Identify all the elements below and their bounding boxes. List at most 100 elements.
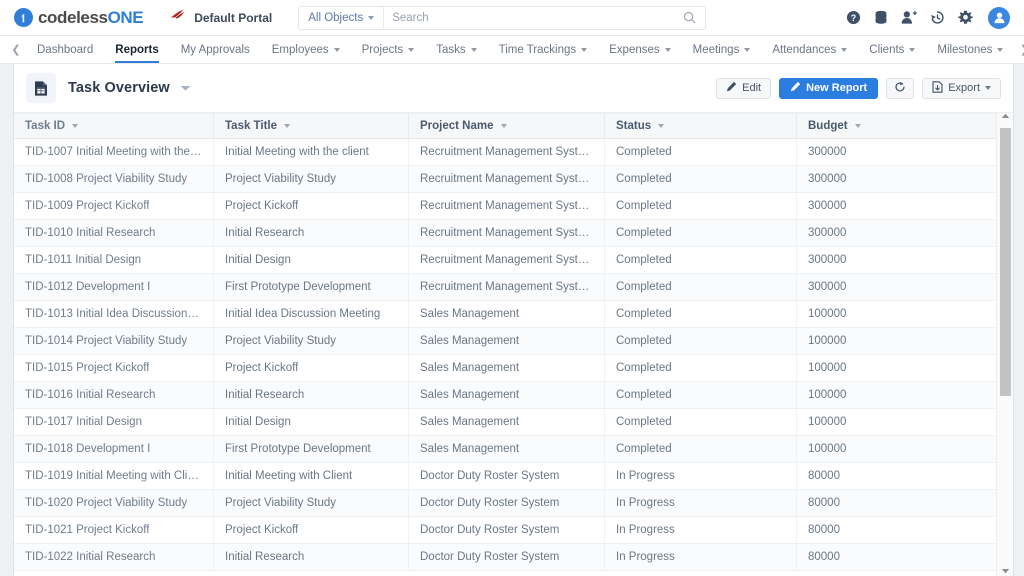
nav-item-attendances[interactable]: Attendances xyxy=(761,36,858,63)
nav-label: Milestones xyxy=(937,43,993,56)
table-row[interactable]: TID-1014 Project Viability Study Project … xyxy=(14,328,996,355)
table-row[interactable]: TID-1008 Project Viability Study Project … xyxy=(14,166,996,193)
cell-text: Recruitment Management System xyxy=(420,227,593,239)
chevron-right-icon[interactable]: ❯ xyxy=(1014,36,1024,63)
sort-caret-icon xyxy=(72,124,79,128)
cell-text: 100000 xyxy=(808,308,847,320)
cell-text: Project Kickoff xyxy=(225,200,299,212)
portal-selector[interactable]: Default Portal xyxy=(169,8,272,27)
table-cell-status: Completed xyxy=(605,274,797,300)
settings-gear-icon[interactable] xyxy=(958,10,973,25)
nav-item-dashboard[interactable]: Dashboard xyxy=(26,36,104,63)
chevron-down-icon xyxy=(997,47,1004,52)
table-row[interactable]: TID-1017 Initial Design Initial Design Sal… xyxy=(14,409,996,436)
table-row[interactable]: TID-1010 Initial Research Initial Researc… xyxy=(14,220,996,247)
search-input[interactable] xyxy=(384,6,675,29)
report-panel: Task Overview Edit New Report Export Tas… xyxy=(14,64,1014,576)
nav-label: Projects xyxy=(361,43,404,56)
help-icon[interactable]: ? xyxy=(846,10,861,25)
table-row[interactable]: TID-1013 Initial Idea Discussion Meet...… xyxy=(14,301,996,328)
table-row[interactable]: TID-1009 Project Kickoff Project Kickoff R… xyxy=(14,193,996,220)
table-cell-task-title: Initial Meeting with the client xyxy=(214,139,409,165)
chevron-down-icon xyxy=(581,47,588,52)
cell-text: 300000 xyxy=(808,146,847,158)
refresh-button[interactable] xyxy=(886,77,915,99)
nav-item-expenses[interactable]: Expenses xyxy=(598,36,682,63)
search-scope-dropdown[interactable]: All Objects xyxy=(299,6,385,29)
table-row[interactable]: TID-1016 Initial Research Initial Researc… xyxy=(14,382,996,409)
table-cell-status: In Progress xyxy=(605,490,797,516)
table-cell-task-id: TID-1020 Project Viability Study xyxy=(14,490,214,516)
table-row[interactable]: TID-1018 Development I First Prototype De… xyxy=(14,436,996,463)
nav-item-projects[interactable]: Projects xyxy=(351,36,426,63)
export-button[interactable]: Export xyxy=(922,77,1001,99)
table-cell-project-name: Doctor Duty Roster System xyxy=(409,517,605,543)
table-row[interactable]: TID-1007 Initial Meeting with the client… xyxy=(14,139,996,166)
table-row[interactable]: TID-1019 Initial Meeting with Client Init… xyxy=(14,463,996,490)
table-cell-status: Completed xyxy=(605,355,797,381)
cell-text: 80000 xyxy=(808,551,840,563)
add-user-icon[interactable] xyxy=(901,10,917,25)
column-header-task-id[interactable]: Task ID xyxy=(14,114,214,138)
cell-text: Project Viability Study xyxy=(225,497,337,509)
table-cell-task-id: TID-1013 Initial Idea Discussion Meet... xyxy=(14,301,214,327)
nav-item-clients[interactable]: Clients xyxy=(858,36,926,63)
nav-item-reports[interactable]: Reports xyxy=(104,36,169,63)
nav-item-time-trackings[interactable]: Time Trackings xyxy=(488,36,599,63)
table-cell-task-id: TID-1017 Initial Design xyxy=(14,409,214,435)
table-cell-budget: 80000 xyxy=(797,490,996,516)
report-title-chevron-down-icon[interactable] xyxy=(180,79,191,97)
nav-label: Tasks xyxy=(436,43,466,56)
new-report-button[interactable]: New Report xyxy=(779,77,879,99)
chevron-down-icon xyxy=(664,47,671,52)
cell-text: In Progress xyxy=(616,551,675,563)
global-search[interactable]: All Objects xyxy=(298,5,707,30)
table-row[interactable]: TID-1022 Initial Research Initial Researc… xyxy=(14,544,996,571)
search-icon[interactable] xyxy=(674,11,705,24)
table-cell-task-title: First Prototype Development xyxy=(214,436,409,462)
table-cell-project-name: Recruitment Management System xyxy=(409,193,605,219)
column-header-budget[interactable]: Budget xyxy=(797,114,996,138)
cell-text: Completed xyxy=(616,281,672,293)
cell-text: 100000 xyxy=(808,443,847,455)
red-arrow-portal-icon xyxy=(169,8,187,27)
scroll-down-icon[interactable] xyxy=(1001,563,1010,576)
table-cell-task-id: TID-1021 Project Kickoff xyxy=(14,517,214,543)
column-header-project-name[interactable]: Project Name xyxy=(409,114,605,138)
cell-text: Recruitment Management System xyxy=(420,254,593,266)
chevron-left-icon[interactable]: ❮ xyxy=(6,36,26,63)
table-row[interactable]: TID-1012 Development I First Prototype De… xyxy=(14,274,996,301)
scrollbar-thumb[interactable] xyxy=(1000,128,1011,396)
table-cell-project-name: Recruitment Management System xyxy=(409,274,605,300)
column-header-task-title[interactable]: Task Title xyxy=(214,114,409,138)
cell-text: TID-1012 Development I xyxy=(25,281,151,293)
cell-text: 80000 xyxy=(808,470,840,482)
cell-text: 300000 xyxy=(808,173,847,185)
table-row[interactable]: TID-1021 Project Kickoff Project Kickoff D… xyxy=(14,517,996,544)
table-vertical-scrollbar[interactable] xyxy=(996,113,1013,576)
nav-item-milestones[interactable]: Milestones xyxy=(926,36,1014,63)
table-row[interactable]: TID-1011 Initial Design Initial Design Rec… xyxy=(14,247,996,274)
column-header-status[interactable]: Status xyxy=(605,114,797,138)
table-cell-task-id: TID-1018 Development I xyxy=(14,436,214,462)
cell-text: Sales Management xyxy=(420,308,520,320)
user-avatar[interactable] xyxy=(988,6,1010,29)
history-icon[interactable] xyxy=(930,10,945,25)
edit-button[interactable]: Edit xyxy=(716,77,772,99)
nav-item-meetings[interactable]: Meetings xyxy=(682,36,762,63)
nav-item-employees[interactable]: Employees xyxy=(261,36,351,63)
left-rail xyxy=(0,64,14,576)
nav-item-tasks[interactable]: Tasks xyxy=(425,36,487,63)
sort-caret-icon xyxy=(854,124,861,128)
table-row[interactable]: TID-1015 Project Kickoff Project Kickoff S… xyxy=(14,355,996,382)
brand-logo[interactable]: codelessONE xyxy=(14,8,144,27)
column-label: Task ID xyxy=(25,120,66,132)
nav-item-my-approvals[interactable]: My Approvals xyxy=(170,36,261,63)
scroll-up-icon[interactable] xyxy=(1001,113,1010,126)
database-icon[interactable] xyxy=(874,10,888,25)
table-cell-status: Completed xyxy=(605,166,797,192)
table-cell-project-name: Sales Management xyxy=(409,409,605,435)
table-row[interactable]: TID-1020 Project Viability Study Project … xyxy=(14,490,996,517)
table-cell-task-title: Initial Research xyxy=(214,382,409,408)
table-cell-task-id: TID-1009 Project Kickoff xyxy=(14,193,214,219)
